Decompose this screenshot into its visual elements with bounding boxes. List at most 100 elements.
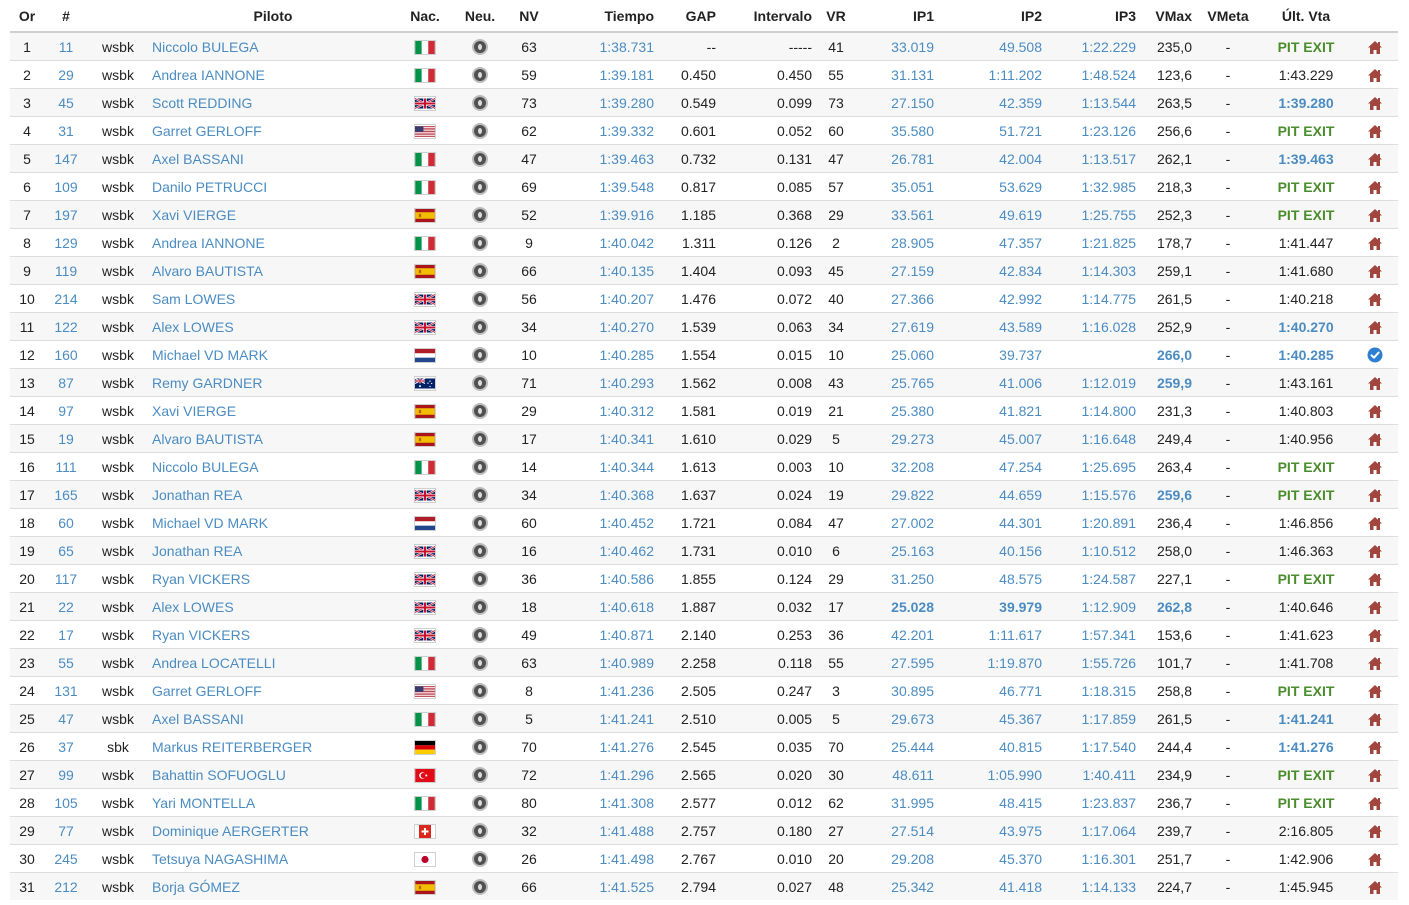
- rider-name-link[interactable]: Garret GERLOFF: [148, 116, 398, 145]
- table-row[interactable]: 8 129 wsbk Andrea IANNONE 9 1:40.042 1.311 0.12…: [10, 228, 1398, 257]
- time-link[interactable]: 1:41.308: [550, 788, 658, 817]
- time-link[interactable]: 1:38.731: [550, 31, 658, 61]
- home-icon[interactable]: [1367, 404, 1383, 419]
- rider-number-link[interactable]: 11: [44, 31, 88, 61]
- rider-name-link[interactable]: Garret GERLOFF: [148, 676, 398, 705]
- rider-number-link[interactable]: 97: [44, 396, 88, 425]
- row-action-cell[interactable]: [1352, 536, 1398, 565]
- table-row[interactable]: 15 19 wsbk Alvaro BAUTISTA 17 1:40.341 1.610 0.…: [10, 424, 1398, 453]
- row-action-cell[interactable]: [1352, 704, 1398, 733]
- rider-number-link[interactable]: 105: [44, 788, 88, 817]
- time-link[interactable]: 1:40.452: [550, 508, 658, 537]
- header-number[interactable]: #: [44, 0, 88, 33]
- home-icon[interactable]: [1367, 320, 1383, 335]
- header-pos[interactable]: Or: [10, 0, 44, 33]
- rider-number-link[interactable]: 109: [44, 172, 88, 201]
- rider-number-link[interactable]: 55: [44, 648, 88, 677]
- time-link[interactable]: 1:40.042: [550, 228, 658, 257]
- rider-number-link[interactable]: 45: [44, 88, 88, 117]
- rider-number-link[interactable]: 214: [44, 284, 88, 313]
- rider-name-link[interactable]: Danilo PETRUCCI: [148, 172, 398, 201]
- row-action-cell[interactable]: [1352, 228, 1398, 257]
- rider-number-link[interactable]: 117: [44, 564, 88, 593]
- home-icon[interactable]: [1367, 824, 1383, 839]
- header-ip3[interactable]: IP3: [1046, 0, 1140, 33]
- time-link[interactable]: 1:40.207: [550, 284, 658, 313]
- rider-number-link[interactable]: 60: [44, 508, 88, 537]
- table-row[interactable]: 18 60 wsbk Michael VD MARK 60 1:40.452 1.721 0.…: [10, 508, 1398, 537]
- row-action-cell[interactable]: [1352, 872, 1398, 900]
- time-link[interactable]: 1:40.618: [550, 592, 658, 621]
- time-link[interactable]: 1:39.463: [550, 144, 658, 173]
- home-icon[interactable]: [1367, 516, 1383, 531]
- rider-name-link[interactable]: Andrea LOCATELLI: [148, 648, 398, 677]
- time-link[interactable]: 1:41.525: [550, 872, 658, 900]
- time-link[interactable]: 1:39.181: [550, 60, 658, 89]
- row-action-cell[interactable]: [1352, 620, 1398, 649]
- rider-name-link[interactable]: Markus REITERBERGER: [148, 732, 398, 761]
- table-row[interactable]: 25 47 wsbk Axel BASSANI 5 1:41.241 2.510 0.005 5…: [10, 704, 1398, 733]
- row-action-cell[interactable]: [1352, 508, 1398, 537]
- table-row[interactable]: 11 122 wsbk Alex LOWES 34 1:40.270 1.539 0.063 3…: [10, 312, 1398, 341]
- header-ip1[interactable]: IP1: [856, 0, 938, 33]
- home-icon[interactable]: [1367, 432, 1383, 447]
- table-row[interactable]: 29 77 wsbk Dominique AERGERTER 32 1:41.488 2.7…: [10, 816, 1398, 845]
- check-circle-icon[interactable]: [1367, 347, 1383, 363]
- rider-name-link[interactable]: Yari MONTELLA: [148, 788, 398, 817]
- home-icon[interactable]: [1367, 684, 1383, 699]
- table-row[interactable]: 4 31 wsbk Garret GERLOFF 62 1:39.332 0.601 0.05…: [10, 116, 1398, 145]
- rider-number-link[interactable]: 37: [44, 732, 88, 761]
- row-action-cell[interactable]: [1352, 368, 1398, 397]
- table-row[interactable]: 16 111 wsbk Niccolo BULEGA 14 1:40.344 1.613 0.…: [10, 452, 1398, 481]
- rider-name-link[interactable]: Dominique AERGERTER: [148, 816, 398, 845]
- table-row[interactable]: 12 160 wsbk Michael VD MARK 10 1:40.285 1.554 0…: [10, 340, 1398, 369]
- row-action-cell[interactable]: [1352, 60, 1398, 89]
- home-icon[interactable]: [1367, 96, 1383, 111]
- rider-name-link[interactable]: Scott REDDING: [148, 88, 398, 117]
- time-link[interactable]: 1:40.586: [550, 564, 658, 593]
- row-action-cell[interactable]: [1352, 396, 1398, 425]
- rider-name-link[interactable]: Borja GÓMEZ: [148, 872, 398, 900]
- rider-number-link[interactable]: 131: [44, 676, 88, 705]
- home-icon[interactable]: [1367, 180, 1383, 195]
- rider-name-link[interactable]: Jonathan REA: [148, 536, 398, 565]
- rider-number-link[interactable]: 165: [44, 480, 88, 509]
- time-link[interactable]: 1:41.498: [550, 844, 658, 873]
- rider-name-link[interactable]: Niccolo BULEGA: [148, 31, 398, 61]
- home-icon[interactable]: [1367, 208, 1383, 223]
- home-icon[interactable]: [1367, 852, 1383, 867]
- home-icon[interactable]: [1367, 488, 1383, 503]
- time-link[interactable]: 1:40.293: [550, 368, 658, 397]
- home-icon[interactable]: [1367, 740, 1383, 755]
- row-action-cell[interactable]: [1352, 172, 1398, 201]
- rider-name-link[interactable]: Ryan VICKERS: [148, 564, 398, 593]
- table-row[interactable]: 1 11 wsbk Niccolo BULEGA 63 1:38.731 -- ----- 41…: [10, 31, 1398, 61]
- time-link[interactable]: 1:41.296: [550, 760, 658, 789]
- rider-number-link[interactable]: 99: [44, 760, 88, 789]
- row-action-cell[interactable]: [1352, 844, 1398, 873]
- rider-name-link[interactable]: Jonathan REA: [148, 480, 398, 509]
- rider-number-link[interactable]: 111: [44, 452, 88, 481]
- row-action-cell[interactable]: [1352, 564, 1398, 593]
- rider-name-link[interactable]: Alvaro BAUTISTA: [148, 256, 398, 285]
- table-row[interactable]: 10 214 wsbk Sam LOWES 56 1:40.207 1.476 0.072 40…: [10, 284, 1398, 313]
- table-row[interactable]: 7 197 wsbk Xavi VIERGE 52 1:39.916 1.185 0.368 2…: [10, 200, 1398, 229]
- rider-name-link[interactable]: Ryan VICKERS: [148, 620, 398, 649]
- row-action-cell[interactable]: [1352, 760, 1398, 789]
- row-action-cell[interactable]: [1352, 200, 1398, 229]
- rider-name-link[interactable]: Tetsuya NAGASHIMA: [148, 844, 398, 873]
- home-icon[interactable]: [1367, 460, 1383, 475]
- home-icon[interactable]: [1367, 572, 1383, 587]
- home-icon[interactable]: [1367, 264, 1383, 279]
- row-action-cell[interactable]: [1352, 340, 1398, 369]
- rider-name-link[interactable]: Michael VD MARK: [148, 340, 398, 369]
- row-action-cell[interactable]: [1352, 312, 1398, 341]
- rider-name-link[interactable]: Bahattin SOFUOGLU: [148, 760, 398, 789]
- header-laps[interactable]: NV: [508, 0, 550, 33]
- table-row[interactable]: 28 105 wsbk Yari MONTELLA 80 1:41.308 2.577 0.0…: [10, 788, 1398, 817]
- time-link[interactable]: 1:41.241: [550, 704, 658, 733]
- time-link[interactable]: 1:40.341: [550, 424, 658, 453]
- rider-number-link[interactable]: 22: [44, 592, 88, 621]
- time-link[interactable]: 1:40.989: [550, 648, 658, 677]
- home-icon[interactable]: [1367, 152, 1383, 167]
